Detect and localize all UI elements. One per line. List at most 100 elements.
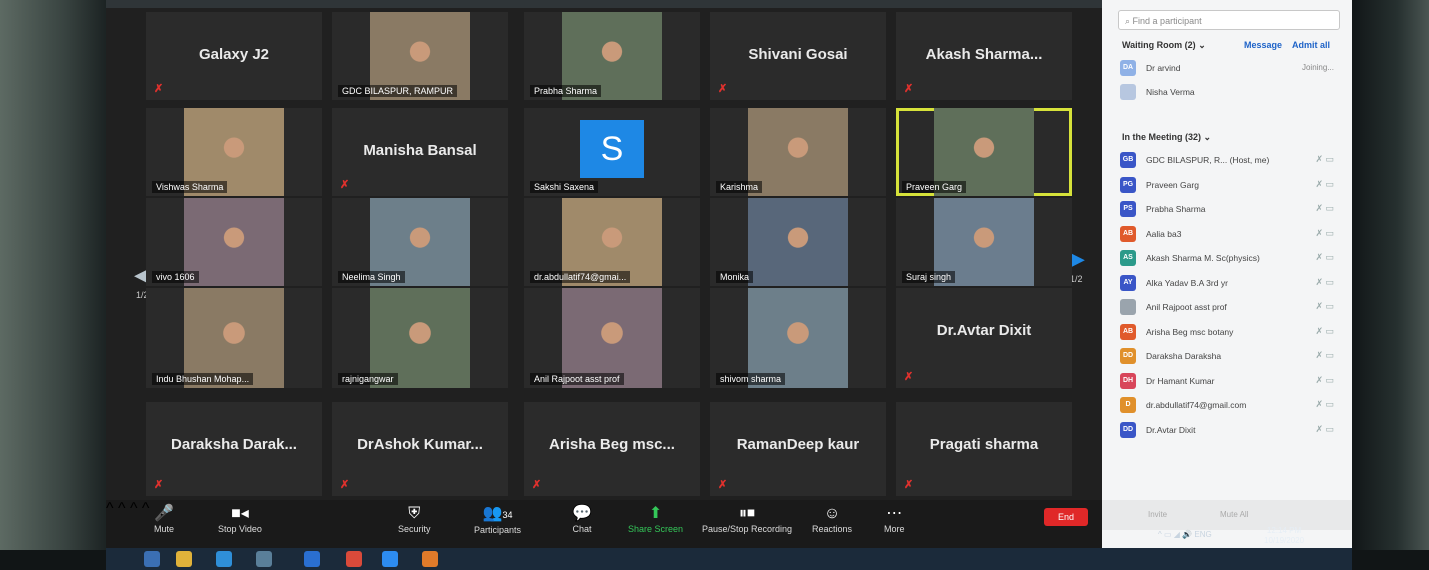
participant-tile[interactable]: Akash Sharma... ✗	[896, 12, 1072, 100]
muted-mic-icon: ✗	[340, 479, 350, 491]
language-indicator[interactable]: ENG	[1194, 530, 1211, 539]
more-button[interactable]: ⋯ More	[884, 504, 905, 534]
participant-avatar: DA	[1120, 60, 1136, 76]
room-background-right	[1349, 0, 1429, 570]
participant-name: Pragati sharma	[929, 436, 1039, 453]
mic-camera-status-icon: ✗ ▭	[1315, 154, 1334, 164]
taskbar-clock[interactable]: 12:14 PM 10/19/2020	[1264, 526, 1304, 546]
share-screen-button[interactable]: ⬆ Share Screen	[628, 504, 683, 534]
participant-tile[interactable]: Pragati sharma ✗	[896, 402, 1072, 496]
smiley-icon: ☺	[823, 505, 841, 522]
participant-name: Dr.Avtar Dixit	[936, 322, 1032, 339]
zoom-taskbar-icon[interactable]	[382, 551, 398, 567]
participant-avatar: GB	[1120, 152, 1136, 168]
participant-tile[interactable]: DrAshok Kumar... ✗	[332, 402, 508, 496]
participant-tile[interactable]: vivo 1606	[146, 198, 322, 286]
start-icon[interactable]	[144, 551, 160, 567]
participant-tile[interactable]: Anil Rajpoot asst prof	[524, 288, 700, 388]
windows-taskbar	[106, 548, 1352, 570]
participant-tile[interactable]: S Sakshi Saxena	[524, 108, 700, 196]
participant-tile[interactable]: Neelima Singh	[332, 198, 508, 286]
meeting-participant-row[interactable]: GB GDC BILASPUR, R... (Host, me) ✗ ▭	[1120, 152, 1342, 170]
meeting-participant-row[interactable]: AS Akash Sharma M. Sc(physics) ✗ ▭	[1120, 250, 1342, 268]
video-options-caret-icon[interactable]: ^	[118, 500, 126, 517]
chat-button[interactable]: 💬 Chat	[572, 504, 592, 534]
security-button[interactable]: ⛨ Security	[398, 504, 431, 534]
meeting-participant-row[interactable]: Ddr.abdullatif74@gmail.com ✗ ▭	[1120, 397, 1342, 415]
muted-mic-icon: ✗	[532, 479, 542, 491]
participant-name: Alka Yadav B.A 3rd yr	[1146, 277, 1228, 288]
participant-tile[interactable]: Monika	[710, 198, 886, 286]
meeting-participant-row[interactable]: AB Aalia ba3 ✗ ▭	[1120, 225, 1342, 244]
participant-status: Joining...	[1301, 63, 1334, 72]
participant-tile[interactable]: Praveen Garg	[896, 108, 1072, 196]
end-meeting-button[interactable]: End	[1044, 508, 1088, 526]
participants-caret-icon[interactable]: ^	[130, 500, 138, 517]
mic-camera-status-icon: ✗ ▭	[1315, 227, 1334, 238]
participant-tile[interactable]: GDC BILASPUR, RAMPUR	[332, 12, 508, 100]
meeting-participant-row[interactable]: AB Arisha Beg msc botany ✗ ▭	[1120, 323, 1342, 342]
edge-icon[interactable]	[216, 551, 232, 567]
volume-icon[interactable]: 🔊	[1182, 530, 1192, 539]
chrome-icon[interactable]	[346, 551, 362, 567]
waiting-room-header[interactable]: Waiting Room (2) ⌄	[1122, 40, 1206, 51]
participant-name: dr.abdullatif74@gmail.com	[1146, 400, 1247, 410]
message-waiting-button[interactable]: Message	[1244, 40, 1282, 50]
meeting-participant-row[interactable]: PG Praveen Garg ✗ ▭	[1120, 176, 1342, 195]
microphone-icon: 🎤	[154, 505, 174, 522]
admit-all-button[interactable]: Admit all	[1292, 40, 1330, 50]
mail-icon[interactable]	[304, 551, 320, 567]
participant-name: Galaxy J2	[198, 46, 270, 63]
network-icon[interactable]: ◢	[1174, 530, 1180, 539]
taskbar-app-icon[interactable]	[256, 551, 272, 567]
meeting-toolbar: 🎤 Mute ^ ■◂ Stop Video ^ ⛨ Security 👥34 …	[106, 500, 1102, 548]
participant-tile[interactable]: Manisha Bansal ✗	[332, 108, 508, 196]
participant-tile[interactable]: Arisha Beg msc... ✗	[524, 402, 700, 496]
share-options-caret-icon[interactable]: ^	[142, 500, 150, 517]
participant-tile[interactable]: Indu Bhushan Mohap...	[146, 288, 322, 388]
participant-tile[interactable]: Prabha Sharma	[524, 12, 700, 100]
mute-all-button[interactable]: Mute All	[1220, 510, 1248, 519]
waiting-participant-row[interactable]: Nisha Verma	[1120, 84, 1342, 102]
participant-tile[interactable]: shivom sharma	[710, 288, 886, 388]
participant-tile[interactable]: RamanDeep kaur ✗	[710, 402, 886, 496]
stop-video-button[interactable]: ■◂ Stop Video	[218, 504, 262, 534]
meeting-participant-row[interactable]: AY Alka Yadav B.A 3rd yr ✗ ▭	[1120, 274, 1342, 293]
audio-options-caret-icon[interactable]: ^	[106, 500, 114, 517]
file-explorer-icon[interactable]	[176, 551, 192, 567]
meeting-participant-row[interactable]: PS Prabha Sharma ✗ ▭	[1120, 201, 1342, 219]
participant-tile[interactable]: Daraksha Darak... ✗	[146, 402, 322, 496]
meeting-participant-row[interactable]: Anil Rajpoot asst prof ✗ ▭	[1120, 299, 1342, 317]
vlc-icon[interactable]	[422, 551, 438, 567]
participant-tile[interactable]: Suraj singh	[896, 198, 1072, 286]
room-background-left	[0, 0, 106, 570]
participant-name: Dr.Avtar Dixit	[1146, 424, 1196, 435]
participant-tile[interactable]: Dr.Avtar Dixit ✗	[896, 288, 1072, 388]
invite-button[interactable]: Invite	[1148, 510, 1167, 519]
participant-tile[interactable]: Galaxy J2 ✗	[146, 12, 322, 100]
muted-mic-icon: ✗	[904, 371, 914, 383]
participant-tile[interactable]: dr.abdullatif74@gmai...	[524, 198, 700, 286]
mute-button[interactable]: 🎤 Mute	[154, 504, 174, 534]
pause-stop-recording-button[interactable]: ⏸⏹ Pause/Stop Recording	[702, 504, 792, 534]
participant-tile[interactable]: Vishwas Sharma	[146, 108, 322, 196]
meeting-participant-row[interactable]: DD Dr.Avtar Dixit ✗ ▭	[1120, 421, 1342, 440]
mic-camera-status-icon: ✗ ▭	[1315, 301, 1334, 311]
participant-label: Indu Bhushan Mohap...	[152, 373, 254, 385]
meeting-participant-row[interactable]: DH Dr Hamant Kumar ✗ ▭	[1120, 372, 1342, 391]
participant-tile[interactable]: Karishma	[710, 108, 886, 196]
participant-tile[interactable]: Shivani Gosai ✗	[710, 12, 886, 100]
reactions-button[interactable]: ☺ Reactions	[812, 504, 852, 534]
mic-camera-status-icon: ✗ ▭	[1315, 276, 1334, 287]
waiting-participant-row[interactable]: DA Dr arvind Joining...	[1120, 60, 1342, 78]
battery-icon[interactable]: ▭	[1164, 530, 1172, 539]
participants-button[interactable]: 👥34 Participants	[474, 504, 521, 535]
participant-label: rajnigangwar	[338, 373, 398, 385]
participant-search-input[interactable]: ⌕ Find a participant	[1118, 10, 1340, 30]
in-meeting-header[interactable]: In the Meeting (32) ⌄	[1122, 132, 1211, 143]
participant-tile[interactable]: rajnigangwar	[332, 288, 508, 388]
participant-name: Shivani Gosai	[748, 46, 848, 63]
tray-chevron-icon[interactable]: ^	[1158, 530, 1162, 539]
shield-icon: ⛨	[408, 505, 421, 522]
meeting-participant-row[interactable]: DD Daraksha Daraksha ✗ ▭	[1120, 348, 1342, 366]
